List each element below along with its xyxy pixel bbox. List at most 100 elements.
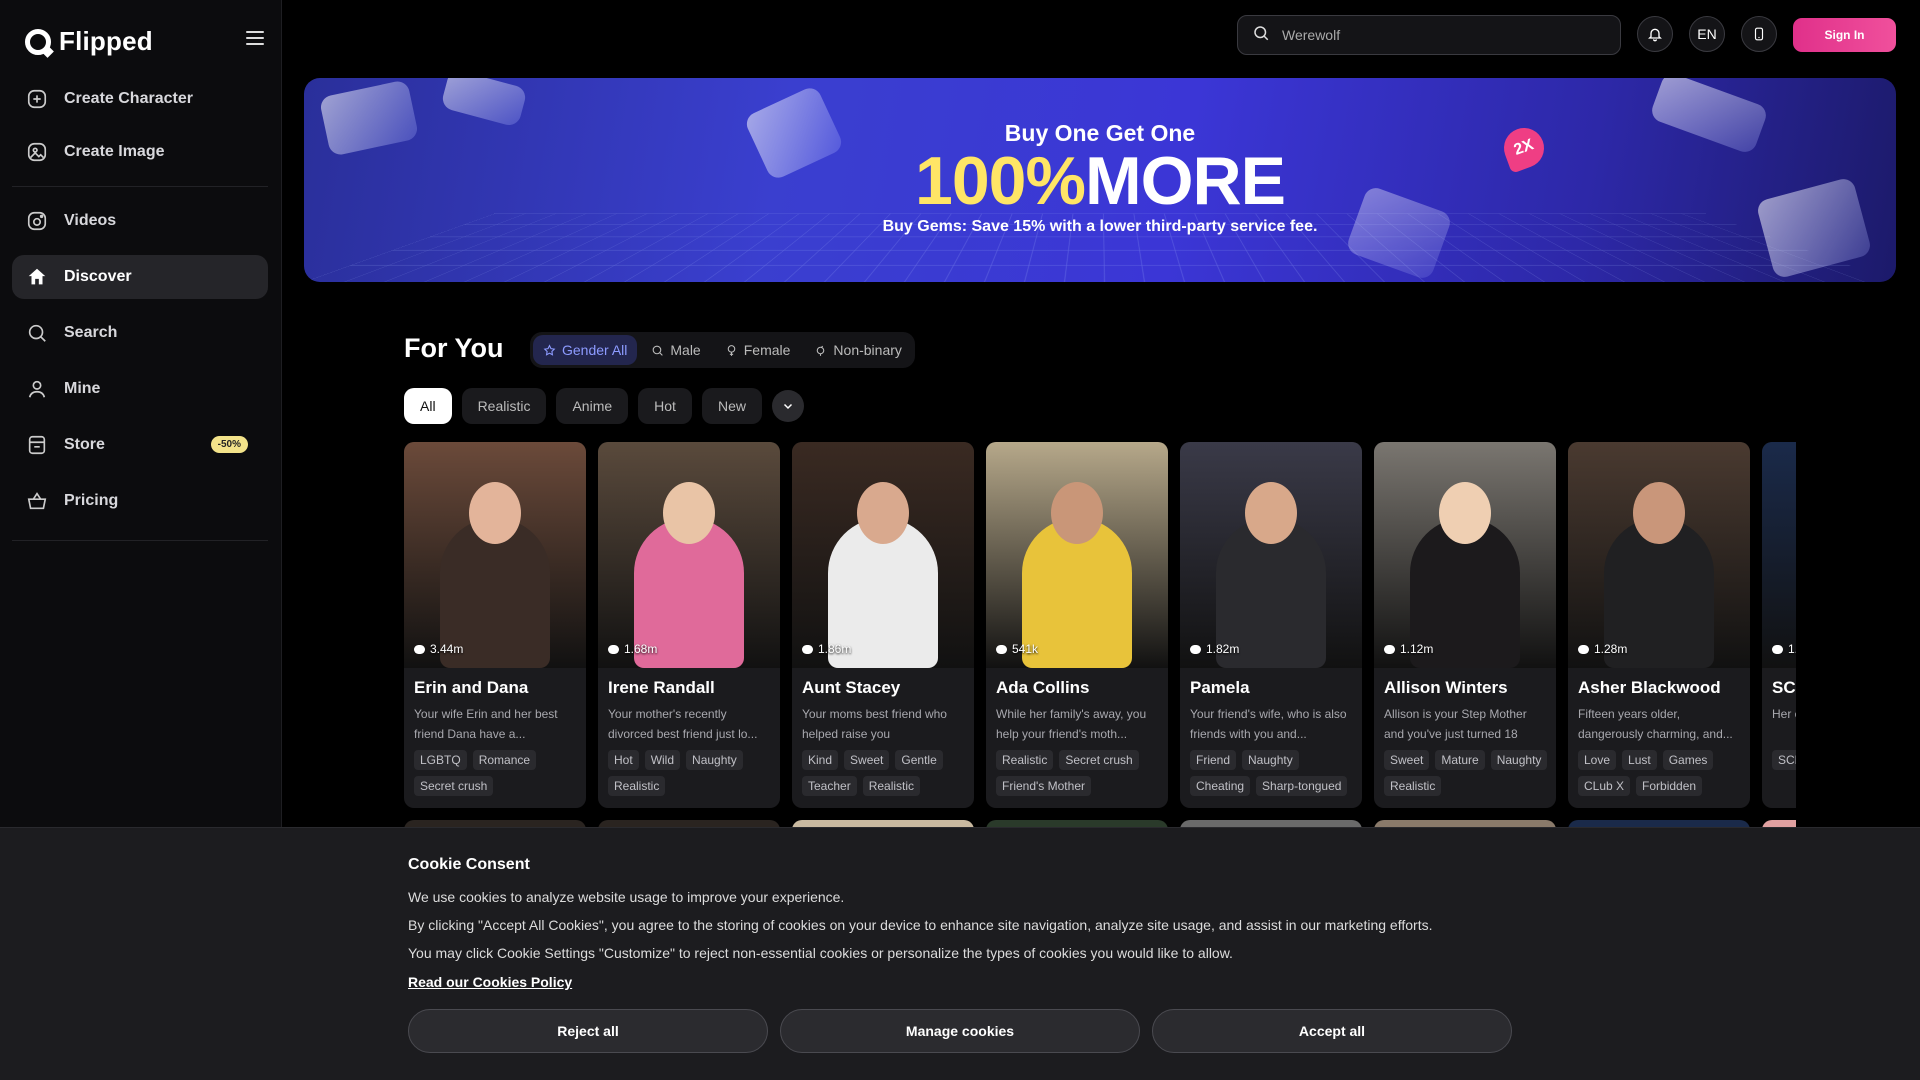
tag[interactable]: Secret crush: [1059, 750, 1139, 770]
accept-all-button[interactable]: Accept all: [1152, 1009, 1512, 1053]
gender-filter-male[interactable]: Male: [641, 335, 710, 365]
character-card[interactable]: 1.28m Asher Blackwood Fifteen years older,…: [1568, 442, 1750, 808]
tag[interactable]: Sweet: [1384, 750, 1430, 770]
tag[interactable]: Kind: [802, 750, 839, 770]
tag-list: LGBTQ Romance Secret crush: [414, 750, 580, 796]
character-image: [792, 442, 974, 668]
character-card[interactable]: 1.0m SCP Her care... SCPDo...: [1762, 442, 1796, 808]
tab-anime[interactable]: Anime: [556, 388, 629, 424]
tag[interactable]: Naughty: [686, 750, 743, 770]
chat-count: 1.86m: [802, 642, 851, 656]
chat-count: 3.44m: [414, 642, 463, 656]
character-name: Irene Randall: [608, 678, 715, 697]
search-input[interactable]: [1282, 27, 1602, 43]
male-icon: [653, 345, 664, 356]
character-name: Aunt Stacey: [802, 678, 901, 697]
tag[interactable]: Realistic: [1384, 776, 1442, 796]
menu-icon[interactable]: [246, 31, 264, 45]
tag[interactable]: Love: [1578, 750, 1617, 770]
nonbinary-icon: [817, 345, 825, 356]
store-icon: [26, 434, 48, 456]
tab-new[interactable]: New: [701, 388, 762, 424]
cookie-title: Cookie Consent: [408, 856, 530, 873]
tag[interactable]: Cheating: [1190, 776, 1251, 796]
more-categories-button[interactable]: [771, 390, 804, 422]
tag[interactable]: Teacher: [802, 776, 857, 796]
tag[interactable]: Romance: [472, 750, 537, 770]
tag[interactable]: Forbidden: [1636, 776, 1703, 796]
tab-realistic[interactable]: Realistic: [461, 388, 547, 424]
tag[interactable]: Friend's Mother: [996, 776, 1091, 796]
sidebar-item-pricing[interactable]: Pricing: [12, 479, 268, 523]
section-title: For You: [404, 333, 504, 363]
tag[interactable]: Lust: [1622, 750, 1657, 770]
sidebar-item-label: Mine: [64, 380, 101, 397]
tag[interactable]: SCP: [1772, 750, 1796, 770]
tag[interactable]: Games: [1662, 750, 1714, 770]
tag[interactable]: Realistic: [996, 750, 1054, 770]
character-card[interactable]: 3.44m Erin and Dana Your wife Erin and her…: [404, 442, 586, 808]
gender-filter-all[interactable]: Gender All: [533, 335, 638, 365]
tag[interactable]: Friend: [1190, 750, 1237, 770]
character-description: Fifteen years older, dangerously charmin…: [1578, 707, 1733, 741]
sidebar-item-label: Create Character: [64, 90, 193, 107]
chat-bubble-icon: [608, 644, 619, 654]
tag[interactable]: Wild: [644, 750, 681, 770]
app-root: Flipped Create Character Create Image Vi…: [0, 0, 1920, 1080]
character-image: [598, 442, 780, 668]
character-description: While her family's away, you help your f…: [996, 707, 1147, 741]
character-card[interactable]: 541k Ada Collins While her family's away, …: [986, 442, 1168, 808]
character-card[interactable]: 1.68m Irene Randall Your mother's recently…: [598, 442, 780, 808]
tag[interactable]: Sweet: [844, 750, 890, 770]
character-card[interactable]: 1.82m Pamela Your friend's wife, who is al…: [1180, 442, 1362, 808]
tag-list: Hot Wild Naughty Realistic: [608, 750, 774, 796]
home-icon: [26, 266, 48, 288]
sidebar-item-store[interactable]: Store -50%: [12, 423, 268, 467]
tag[interactable]: LGBTQ: [414, 750, 467, 770]
chat-bubble-icon: [1384, 644, 1395, 654]
tab-hot[interactable]: Hot: [638, 388, 692, 424]
gender-filter-nonbinary[interactable]: Non-binary: [804, 335, 911, 365]
sidebar-item-videos[interactable]: Videos: [12, 199, 268, 243]
promo-banner[interactable]: Buy One Get One 100%MORE 2X Buy Gems: Sa…: [304, 78, 1896, 282]
reject-all-button[interactable]: Reject all: [408, 1009, 768, 1053]
chat-bubble-icon: [1772, 644, 1783, 654]
mobile-app-button[interactable]: [1741, 16, 1777, 52]
cookie-text: You may click Cookie Settings "Customize…: [408, 945, 1233, 961]
bell-icon: [1648, 28, 1662, 42]
sidebar-item-mine[interactable]: Mine: [12, 367, 268, 411]
search-bar[interactable]: [1237, 15, 1621, 55]
sidebar-item-create-character[interactable]: Create Character: [12, 77, 268, 121]
character-image: [1180, 442, 1362, 668]
phone-icon: [1754, 27, 1764, 41]
character-description: Her care...: [1772, 707, 1796, 721]
sidebar-item-label: Store: [64, 436, 105, 453]
tag[interactable]: CLub X: [1578, 776, 1631, 796]
gender-filter-female[interactable]: Female: [715, 335, 801, 365]
sidebar-item-search[interactable]: Search: [12, 311, 268, 355]
character-card[interactable]: 1.12m Allison Winters Allison is your Step…: [1374, 442, 1556, 808]
tag[interactable]: Naughty: [1490, 750, 1548, 770]
tag[interactable]: Realistic: [608, 776, 666, 796]
tag[interactable]: Sharp-tongued: [1256, 776, 1348, 796]
sidebar-item-label: Videos: [64, 212, 117, 229]
tag[interactable]: Gentle: [895, 750, 943, 770]
star-icon: [543, 343, 556, 356]
cookies-policy-link[interactable]: Read our Cookies Policy: [408, 974, 572, 990]
character-card[interactable]: 1.86m Aunt Stacey Your moms best friend wh…: [792, 442, 974, 808]
banner-subtitle: Buy Gems: Save 15% with a lower third-pa…: [882, 218, 1318, 235]
notification-button[interactable]: [1637, 16, 1673, 52]
manage-cookies-button[interactable]: Manage cookies: [780, 1009, 1140, 1053]
sidebar-item-create-image[interactable]: Create Image: [12, 130, 268, 174]
tag[interactable]: Mature: [1435, 750, 1485, 770]
tag[interactable]: Realistic: [862, 776, 921, 796]
tab-all[interactable]: All: [404, 388, 452, 424]
tag[interactable]: Hot: [608, 750, 639, 770]
sidebar-item-discover[interactable]: Discover: [12, 255, 268, 299]
language-button[interactable]: EN: [1689, 16, 1725, 52]
tag[interactable]: Secret crush: [414, 776, 494, 796]
tag[interactable]: Naughty: [1242, 750, 1299, 770]
tag-list: Kind Sweet Gentle Teacher Realistic: [802, 750, 968, 796]
logo[interactable]: Flipped: [25, 26, 153, 57]
sign-in-button[interactable]: Sign In: [1793, 18, 1896, 52]
